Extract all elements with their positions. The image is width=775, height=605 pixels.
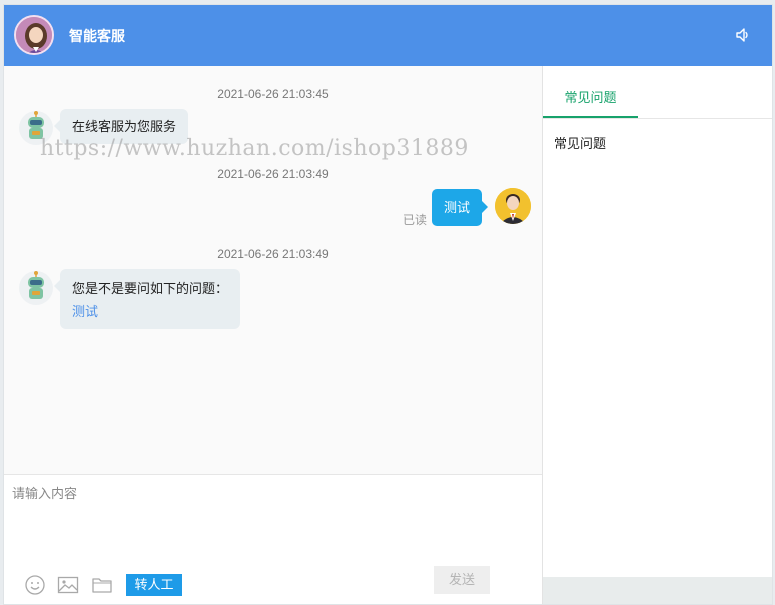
- tab-divider: [543, 118, 772, 119]
- watermark-text: https://www.huzhan.com/ishop31889: [40, 136, 469, 161]
- faq-item[interactable]: 常见问题: [554, 133, 606, 152]
- woman-avatar-icon: [16, 17, 52, 53]
- message-input[interactable]: [12, 483, 532, 553]
- user-message-bubble: 测试: [432, 189, 489, 226]
- faq-footer: [543, 577, 772, 604]
- folder-icon[interactable]: [91, 574, 113, 596]
- transfer-to-human-button[interactable]: 转人工: [126, 574, 182, 596]
- volume-icon[interactable]: [734, 26, 752, 44]
- faq-panel: 常见问题 常见问题: [542, 66, 772, 604]
- tab-faq[interactable]: 常见问题: [543, 66, 638, 118]
- bot-message-bubble: 您是不是要问如下的问题： 测试: [53, 269, 241, 329]
- message-timestamp: 2021-06-26 21:03:45: [217, 87, 329, 101]
- send-button[interactable]: 发送: [434, 566, 490, 594]
- message-list[interactable]: 2021-06-26 21:03:45 在线客服为您服务 https://www…: [4, 66, 542, 474]
- user-message-text: 测试: [444, 200, 471, 215]
- message-timestamp: 2021-06-26 21:03:49: [217, 247, 329, 261]
- robot-avatar-icon: [18, 270, 54, 306]
- bot-message-text: 您是不是要问如下的问题：: [72, 281, 229, 296]
- user-avatar-icon: [495, 188, 531, 224]
- read-status: 已读: [403, 213, 428, 227]
- image-icon[interactable]: [57, 574, 79, 596]
- emoji-icon[interactable]: [24, 574, 46, 596]
- header-title: 智能客服: [69, 28, 125, 44]
- composer: 转人工 发送: [4, 474, 542, 604]
- bot-message-text: 在线客服为您服务: [72, 119, 177, 134]
- header-bar: 智能客服: [4, 5, 772, 66]
- chat-window: 智能客服 2021-06-26 21:03:45 在线客服为您服务 https:…: [3, 4, 773, 605]
- message-timestamp: 2021-06-26 21:03:49: [217, 167, 329, 181]
- agent-avatar: [14, 15, 54, 55]
- suggested-question-link[interactable]: 测试: [72, 302, 228, 321]
